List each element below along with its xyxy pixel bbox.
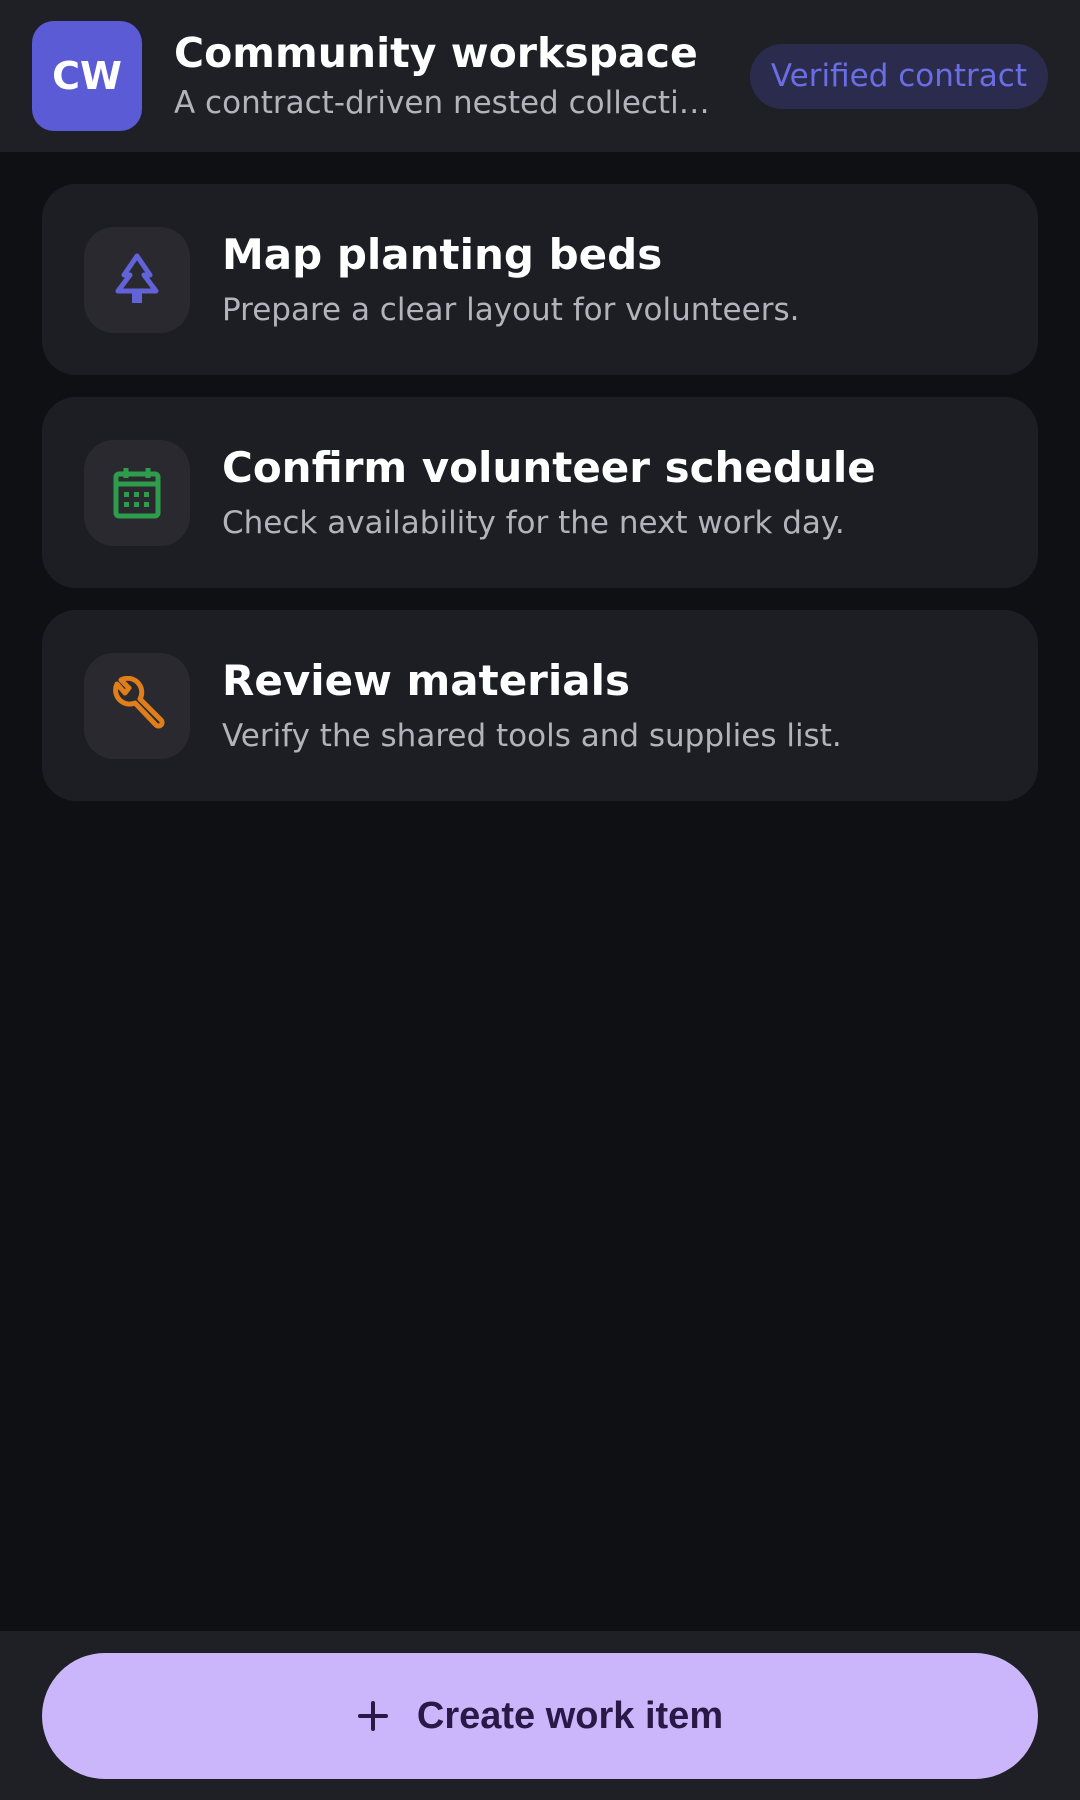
wrench-icon [84, 652, 190, 759]
calendar-icon [84, 439, 190, 546]
create-work-item-button[interactable]: Create work item [42, 1653, 1038, 1779]
task-card-map-planting-beds[interactable]: Map planting beds Prepare a clear layout… [42, 184, 1038, 375]
workspace-avatar: CW [32, 21, 142, 131]
task-description: Verify the shared tools and supplies lis… [222, 717, 842, 754]
tree-icon [84, 226, 190, 333]
task-card-review-materials[interactable]: Review materials Verify the shared tools… [42, 610, 1038, 801]
task-text: Review materials Verify the shared tools… [222, 654, 842, 758]
bottom-action-bar: Create work item [0, 1631, 1080, 1800]
task-title: Review materials [222, 655, 631, 705]
plus-icon [357, 1700, 389, 1732]
task-text: Confirm volunteer schedule Check availab… [222, 441, 876, 545]
verified-contract-badge: Verified contract [749, 43, 1048, 109]
task-description: Prepare a clear layout for volunteers. [222, 291, 800, 328]
header-text: Community workspace A contract-driven ne… [174, 27, 750, 125]
app-screen: CW Community workspace A contract-driven… [0, 0, 1080, 1800]
task-description: Check availability for the next work day… [222, 504, 845, 541]
page-subtitle: A contract-driven nested collection of w… [174, 85, 719, 121]
badge-label: Verified contract [770, 58, 1027, 94]
task-card-confirm-volunteer-schedule[interactable]: Confirm volunteer schedule Check availab… [42, 397, 1038, 588]
page-title: Community workspace [174, 29, 698, 77]
task-title: Map planting beds [222, 229, 663, 279]
task-title: Confirm volunteer schedule [222, 442, 876, 492]
create-button-label: Create work item [416, 1694, 724, 1737]
task-list: Map planting beds Prepare a clear layout… [42, 184, 1038, 823]
app-header: CW Community workspace A contract-driven… [0, 0, 1080, 152]
task-text: Map planting beds Prepare a clear layout… [222, 228, 799, 332]
avatar-initials: CW [52, 54, 122, 98]
